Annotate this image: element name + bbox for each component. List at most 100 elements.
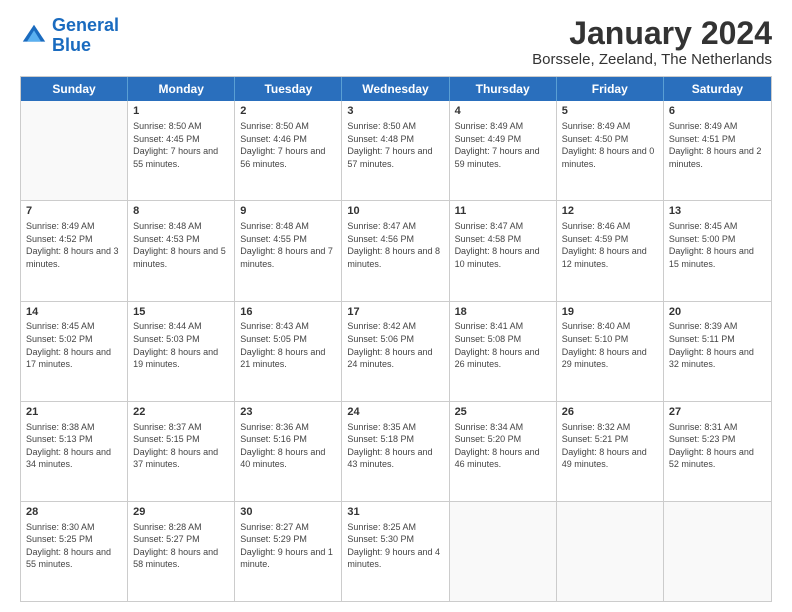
cell-info: Sunrise: 8:50 AMSunset: 4:48 PMDaylight:… bbox=[347, 120, 443, 170]
cell-date: 14 bbox=[26, 305, 122, 320]
calendar-cell: 20Sunrise: 8:39 AMSunset: 5:11 PMDayligh… bbox=[664, 302, 771, 401]
cell-info: Sunrise: 8:43 AMSunset: 5:05 PMDaylight:… bbox=[240, 320, 336, 370]
cell-info: Sunrise: 8:38 AMSunset: 5:13 PMDaylight:… bbox=[26, 421, 122, 471]
calendar-header-cell: Friday bbox=[557, 77, 664, 101]
calendar: SundayMondayTuesdayWednesdayThursdayFrid… bbox=[20, 76, 772, 602]
cell-date: 8 bbox=[133, 204, 229, 219]
cell-date: 19 bbox=[562, 305, 658, 320]
calendar-cell: 21Sunrise: 8:38 AMSunset: 5:13 PMDayligh… bbox=[21, 402, 128, 501]
cell-date: 28 bbox=[26, 505, 122, 520]
cell-date: 27 bbox=[669, 405, 766, 420]
cell-info: Sunrise: 8:28 AMSunset: 5:27 PMDaylight:… bbox=[133, 521, 229, 571]
calendar-cell bbox=[664, 502, 771, 601]
cell-info: Sunrise: 8:45 AMSunset: 5:02 PMDaylight:… bbox=[26, 320, 122, 370]
calendar-cell: 15Sunrise: 8:44 AMSunset: 5:03 PMDayligh… bbox=[128, 302, 235, 401]
cell-info: Sunrise: 8:39 AMSunset: 5:11 PMDaylight:… bbox=[669, 320, 766, 370]
cell-date: 18 bbox=[455, 305, 551, 320]
cell-date: 1 bbox=[133, 104, 229, 119]
cell-info: Sunrise: 8:44 AMSunset: 5:03 PMDaylight:… bbox=[133, 320, 229, 370]
cell-info: Sunrise: 8:25 AMSunset: 5:30 PMDaylight:… bbox=[347, 521, 443, 571]
cell-info: Sunrise: 8:49 AMSunset: 4:52 PMDaylight:… bbox=[26, 220, 122, 270]
calendar-cell: 6Sunrise: 8:49 AMSunset: 4:51 PMDaylight… bbox=[664, 101, 771, 200]
calendar-cell: 19Sunrise: 8:40 AMSunset: 5:10 PMDayligh… bbox=[557, 302, 664, 401]
calendar-cell: 16Sunrise: 8:43 AMSunset: 5:05 PMDayligh… bbox=[235, 302, 342, 401]
calendar-cell: 17Sunrise: 8:42 AMSunset: 5:06 PMDayligh… bbox=[342, 302, 449, 401]
calendar-cell: 23Sunrise: 8:36 AMSunset: 5:16 PMDayligh… bbox=[235, 402, 342, 501]
cell-info: Sunrise: 8:27 AMSunset: 5:29 PMDaylight:… bbox=[240, 521, 336, 571]
calendar-header-cell: Tuesday bbox=[235, 77, 342, 101]
cell-date: 4 bbox=[455, 104, 551, 119]
calendar-title: January 2024 bbox=[532, 16, 772, 51]
calendar-header-cell: Monday bbox=[128, 77, 235, 101]
calendar-cell: 22Sunrise: 8:37 AMSunset: 5:15 PMDayligh… bbox=[128, 402, 235, 501]
cell-info: Sunrise: 8:40 AMSunset: 5:10 PMDaylight:… bbox=[562, 320, 658, 370]
calendar-subtitle: Borssele, Zeeland, The Netherlands bbox=[532, 51, 772, 68]
calendar-cell: 10Sunrise: 8:47 AMSunset: 4:56 PMDayligh… bbox=[342, 201, 449, 300]
calendar-header-cell: Saturday bbox=[664, 77, 771, 101]
calendar-cell: 14Sunrise: 8:45 AMSunset: 5:02 PMDayligh… bbox=[21, 302, 128, 401]
calendar-cell: 8Sunrise: 8:48 AMSunset: 4:53 PMDaylight… bbox=[128, 201, 235, 300]
cell-date: 7 bbox=[26, 204, 122, 219]
cell-date: 30 bbox=[240, 505, 336, 520]
calendar-cell: 28Sunrise: 8:30 AMSunset: 5:25 PMDayligh… bbox=[21, 502, 128, 601]
cell-date: 25 bbox=[455, 405, 551, 420]
cell-info: Sunrise: 8:37 AMSunset: 5:15 PMDaylight:… bbox=[133, 421, 229, 471]
cell-info: Sunrise: 8:49 AMSunset: 4:51 PMDaylight:… bbox=[669, 120, 766, 170]
title-block: January 2024 Borssele, Zeeland, The Neth… bbox=[532, 16, 772, 68]
cell-info: Sunrise: 8:50 AMSunset: 4:46 PMDaylight:… bbox=[240, 120, 336, 170]
calendar-cell: 13Sunrise: 8:45 AMSunset: 5:00 PMDayligh… bbox=[664, 201, 771, 300]
calendar-header-cell: Wednesday bbox=[342, 77, 449, 101]
cell-info: Sunrise: 8:45 AMSunset: 5:00 PMDaylight:… bbox=[669, 220, 766, 270]
calendar-cell: 27Sunrise: 8:31 AMSunset: 5:23 PMDayligh… bbox=[664, 402, 771, 501]
calendar-cell: 5Sunrise: 8:49 AMSunset: 4:50 PMDaylight… bbox=[557, 101, 664, 200]
cell-date: 9 bbox=[240, 204, 336, 219]
calendar-cell: 31Sunrise: 8:25 AMSunset: 5:30 PMDayligh… bbox=[342, 502, 449, 601]
calendar-row: 1Sunrise: 8:50 AMSunset: 4:45 PMDaylight… bbox=[21, 101, 771, 201]
cell-info: Sunrise: 8:36 AMSunset: 5:16 PMDaylight:… bbox=[240, 421, 336, 471]
cell-info: Sunrise: 8:48 AMSunset: 4:55 PMDaylight:… bbox=[240, 220, 336, 270]
calendar-cell: 1Sunrise: 8:50 AMSunset: 4:45 PMDaylight… bbox=[128, 101, 235, 200]
cell-info: Sunrise: 8:48 AMSunset: 4:53 PMDaylight:… bbox=[133, 220, 229, 270]
calendar-row: 21Sunrise: 8:38 AMSunset: 5:13 PMDayligh… bbox=[21, 402, 771, 502]
cell-info: Sunrise: 8:47 AMSunset: 4:58 PMDaylight:… bbox=[455, 220, 551, 270]
calendar-cell: 3Sunrise: 8:50 AMSunset: 4:48 PMDaylight… bbox=[342, 101, 449, 200]
cell-date: 21 bbox=[26, 405, 122, 420]
cell-date: 22 bbox=[133, 405, 229, 420]
calendar-cell: 24Sunrise: 8:35 AMSunset: 5:18 PMDayligh… bbox=[342, 402, 449, 501]
header: General Blue January 2024 Borssele, Zeel… bbox=[20, 16, 772, 68]
cell-info: Sunrise: 8:46 AMSunset: 4:59 PMDaylight:… bbox=[562, 220, 658, 270]
cell-date: 23 bbox=[240, 405, 336, 420]
logo: General Blue bbox=[20, 16, 119, 56]
logo-icon bbox=[20, 22, 48, 50]
calendar-cell: 12Sunrise: 8:46 AMSunset: 4:59 PMDayligh… bbox=[557, 201, 664, 300]
cell-date: 13 bbox=[669, 204, 766, 219]
cell-date: 24 bbox=[347, 405, 443, 420]
cell-info: Sunrise: 8:41 AMSunset: 5:08 PMDaylight:… bbox=[455, 320, 551, 370]
cell-info: Sunrise: 8:34 AMSunset: 5:20 PMDaylight:… bbox=[455, 421, 551, 471]
page: General Blue January 2024 Borssele, Zeel… bbox=[0, 0, 792, 612]
calendar-cell: 30Sunrise: 8:27 AMSunset: 5:29 PMDayligh… bbox=[235, 502, 342, 601]
calendar-cell bbox=[450, 502, 557, 601]
cell-date: 29 bbox=[133, 505, 229, 520]
calendar-header-cell: Sunday bbox=[21, 77, 128, 101]
cell-date: 20 bbox=[669, 305, 766, 320]
cell-info: Sunrise: 8:49 AMSunset: 4:50 PMDaylight:… bbox=[562, 120, 658, 170]
calendar-cell: 29Sunrise: 8:28 AMSunset: 5:27 PMDayligh… bbox=[128, 502, 235, 601]
calendar-cell: 26Sunrise: 8:32 AMSunset: 5:21 PMDayligh… bbox=[557, 402, 664, 501]
cell-date: 5 bbox=[562, 104, 658, 119]
cell-info: Sunrise: 8:42 AMSunset: 5:06 PMDaylight:… bbox=[347, 320, 443, 370]
cell-date: 2 bbox=[240, 104, 336, 119]
calendar-header-cell: Thursday bbox=[450, 77, 557, 101]
calendar-body: 1Sunrise: 8:50 AMSunset: 4:45 PMDaylight… bbox=[21, 101, 771, 601]
cell-date: 16 bbox=[240, 305, 336, 320]
calendar-cell: 9Sunrise: 8:48 AMSunset: 4:55 PMDaylight… bbox=[235, 201, 342, 300]
calendar-cell: 4Sunrise: 8:49 AMSunset: 4:49 PMDaylight… bbox=[450, 101, 557, 200]
cell-date: 17 bbox=[347, 305, 443, 320]
cell-date: 10 bbox=[347, 204, 443, 219]
cell-info: Sunrise: 8:30 AMSunset: 5:25 PMDaylight:… bbox=[26, 521, 122, 571]
calendar-cell: 18Sunrise: 8:41 AMSunset: 5:08 PMDayligh… bbox=[450, 302, 557, 401]
cell-info: Sunrise: 8:50 AMSunset: 4:45 PMDaylight:… bbox=[133, 120, 229, 170]
calendar-row: 14Sunrise: 8:45 AMSunset: 5:02 PMDayligh… bbox=[21, 302, 771, 402]
calendar-row: 7Sunrise: 8:49 AMSunset: 4:52 PMDaylight… bbox=[21, 201, 771, 301]
calendar-cell: 2Sunrise: 8:50 AMSunset: 4:46 PMDaylight… bbox=[235, 101, 342, 200]
